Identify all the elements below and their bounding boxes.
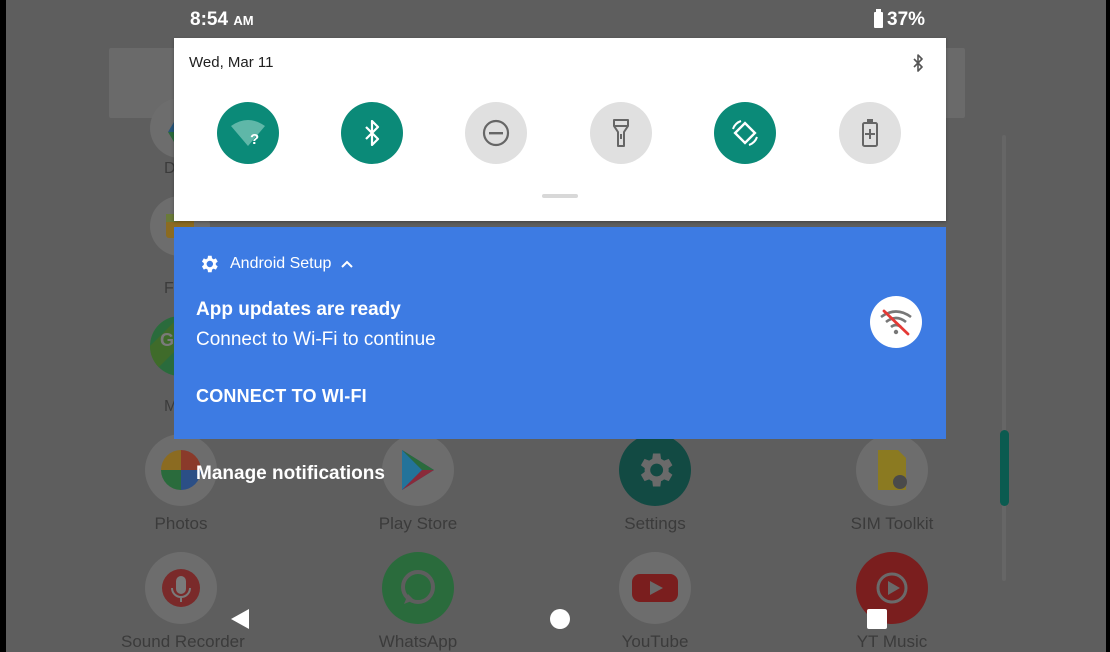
notification-header[interactable]: Android Setup <box>198 253 354 275</box>
tile-bluetooth[interactable] <box>341 102 403 164</box>
auto-rotate-icon <box>732 120 758 146</box>
tile-dnd[interactable] <box>465 102 527 164</box>
svg-text:?: ? <box>250 131 259 148</box>
battery-saver-icon <box>862 119 878 147</box>
app-label: Settings <box>624 514 686 533</box>
notification-text: Connect to Wi-Fi to continue <box>196 329 436 350</box>
back-triangle-icon <box>231 609 249 629</box>
scrollbar-track <box>1002 135 1006 581</box>
battery-percent: 37% <box>887 9 926 30</box>
home-button[interactable] <box>549 608 571 635</box>
quick-settings-panel: Wed, Mar 11 ? <box>174 38 946 221</box>
notification-app-name: Android Setup <box>230 255 332 272</box>
navigation-bar <box>6 584 1106 652</box>
svg-text:G: G <box>160 330 174 350</box>
bluetooth-status-icon <box>912 54 924 77</box>
tile-flashlight[interactable] <box>590 102 652 164</box>
recents-button[interactable] <box>866 608 888 635</box>
quick-settings-expand-handle[interactable] <box>542 194 578 198</box>
battery-icon <box>874 9 883 28</box>
status-bar: 8:54 AM 37% <box>6 0 1106 38</box>
manage-notifications-button[interactable]: Manage notifications <box>196 463 385 485</box>
connect-to-wifi-button[interactable]: CONNECT TO WI-FI <box>196 386 367 407</box>
scrollbar-thumb[interactable] <box>1000 430 1009 506</box>
do-not-disturb-icon <box>482 119 510 147</box>
flashlight-icon <box>613 119 629 147</box>
tile-battery-saver[interactable] <box>839 102 901 164</box>
app-settings[interactable]: Settings <box>595 434 715 534</box>
wifi-question-icon: ? <box>231 120 265 148</box>
app-label-hidden-2: F <box>164 280 174 297</box>
notification-android-setup[interactable]: Android Setup App updates are ready Conn… <box>174 227 946 439</box>
status-battery: 37% <box>874 9 925 31</box>
app-label: Photos <box>154 514 208 533</box>
status-time-value: 8:54 <box>190 9 229 30</box>
home-circle-icon <box>550 609 570 629</box>
wifi-off-icon <box>870 296 922 348</box>
sim-toolkit-icon <box>856 434 928 506</box>
chevron-up-icon[interactable] <box>341 260 354 268</box>
app-sim-toolkit[interactable]: SIM Toolkit <box>832 434 952 534</box>
settings-icon <box>619 434 691 506</box>
screen-edge-left <box>0 0 6 652</box>
status-time: 8:54 AM <box>190 9 254 31</box>
bluetooth-icon <box>365 120 380 146</box>
notification-title: App updates are ready <box>196 299 401 320</box>
app-label: Play Store <box>378 514 458 533</box>
status-time-ampm: AM <box>233 13 254 28</box>
app-label: SIM Toolkit <box>850 514 934 533</box>
screen-edge-right <box>1106 0 1110 652</box>
play-store-icon <box>382 434 454 506</box>
back-button[interactable] <box>230 608 250 635</box>
recents-square-icon <box>867 609 887 629</box>
gear-icon <box>201 255 218 273</box>
tile-wifi[interactable]: ? <box>217 102 279 164</box>
quick-settings-date[interactable]: Wed, Mar 11 <box>189 54 273 71</box>
tile-auto-rotate[interactable] <box>714 102 776 164</box>
